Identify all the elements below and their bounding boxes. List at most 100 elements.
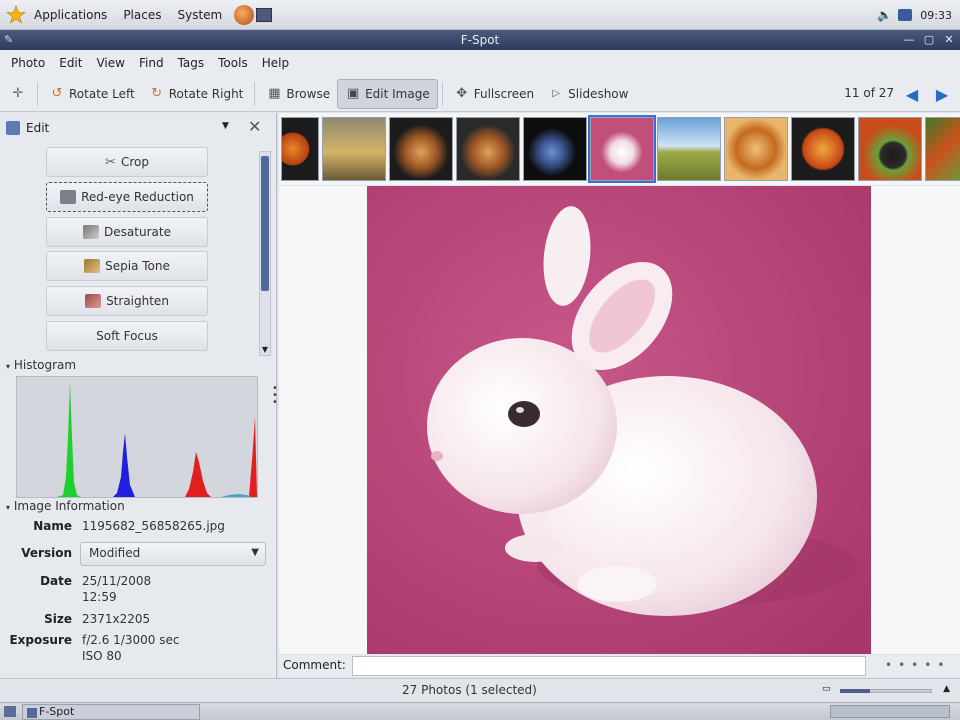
red-eye-reduction-button[interactable]: Red-eye Reduction [46, 181, 208, 212]
thumbnail[interactable] [791, 117, 855, 181]
previous-photo-icon[interactable]: ◀ [902, 85, 922, 104]
version-select[interactable]: Modified ▼ [80, 542, 266, 566]
menu-edit[interactable]: Edit [52, 56, 89, 70]
sidebar: Edit ▼ ✕ ✂ Crop Red-eye Reduction Desatu… [0, 113, 278, 701]
crop-button[interactable]: ✂ Crop [46, 147, 208, 177]
firefox-launcher-icon[interactable] [234, 4, 255, 25]
close-window-icon[interactable]: ✕ [942, 32, 956, 46]
places-menu[interactable]: Places [115, 8, 169, 22]
menu-tools[interactable]: Tools [211, 56, 255, 70]
zoom-slider[interactable]: ▭ ▲ [822, 684, 950, 698]
menu-find[interactable]: Find [132, 56, 171, 70]
comment-input[interactable] [352, 656, 866, 676]
show-desktop-icon[interactable] [4, 706, 16, 717]
thumbnail[interactable] [456, 117, 520, 181]
applications-menu[interactable]: Applications [26, 8, 115, 22]
date-value: 25/11/2008 [82, 574, 152, 588]
red-eye-icon [60, 189, 77, 204]
zoom-in-icon[interactable]: ▲ [943, 684, 950, 694]
thumbnail[interactable] [925, 117, 960, 181]
taskbar: F-Spot [0, 702, 960, 720]
histogram [16, 376, 258, 498]
rating-dots-icon[interactable]: ••••• [885, 658, 950, 672]
iso-value: ISO 80 [82, 649, 122, 663]
histogram-section-title[interactable]: ▾ Histogram [6, 358, 76, 372]
network-icon[interactable] [898, 9, 913, 21]
top-panel: Applications Places System 🔈 09:33 [0, 0, 960, 30]
toolbar: ✛ ↺ Rotate Left ↻ Rotate Right ▦ Browse … [0, 76, 960, 112]
thumbnail-selected[interactable] [588, 115, 656, 183]
histogram-title: Histogram [13, 358, 77, 372]
soft-focus-label: Soft Focus [96, 328, 158, 343]
thumbnail[interactable] [322, 117, 386, 181]
workspace-switcher[interactable] [830, 705, 950, 718]
system-tray: 🔈 09:33 [877, 0, 960, 30]
straighten-label: Straighten [106, 294, 169, 309]
system-menu[interactable]: System [169, 8, 230, 22]
thumbnail[interactable] [657, 117, 721, 181]
thumbnail[interactable] [724, 117, 788, 181]
rotate-left-icon: ↺ [51, 86, 63, 101]
add-button[interactable]: ✛ [0, 79, 33, 109]
rotate-left-button[interactable]: ↺ Rotate Left [42, 79, 142, 109]
expander-icon: ▾ [6, 362, 11, 371]
thumbnail[interactable] [523, 117, 587, 181]
image-information-section-title[interactable]: ▾ Image Information [6, 499, 125, 513]
clock[interactable]: 09:33 [920, 9, 952, 22]
chevron-down-icon: ▼ [251, 547, 259, 558]
comment-row: Comment: ••••• [279, 655, 960, 677]
play-icon: ▷ [552, 88, 560, 99]
edit-image-button[interactable]: ▣ Edit Image [337, 78, 438, 109]
taskbar-fspot-label: F-Spot [39, 705, 75, 718]
browse-button[interactable]: ▦ Browse [259, 79, 337, 109]
date-label: Date [40, 574, 72, 588]
slideshow-button[interactable]: ▷ Slideshow [541, 79, 635, 109]
statusbar: 27 Photos (1 selected) ▭ ▲ [0, 678, 960, 702]
scrollbar-thumb[interactable] [261, 156, 269, 291]
thumbnail[interactable] [281, 117, 319, 181]
thumbnail[interactable] [389, 117, 453, 181]
minimize-icon[interactable]: — [902, 32, 916, 46]
zoom-out-icon[interactable]: ▭ [822, 684, 831, 694]
edit-image-icon: ▣ [346, 86, 360, 101]
sepia-icon [84, 259, 101, 274]
window-menu-icon[interactable]: ✎ [4, 33, 18, 47]
sepia-tone-button[interactable]: Sepia Tone [46, 251, 208, 282]
menu-photo[interactable]: Photo [4, 56, 52, 70]
image-information-title: Image Information [13, 499, 125, 513]
red-eye-label: Red-eye Reduction [81, 189, 194, 204]
crop-icon: ✂ [105, 154, 116, 170]
window-titlebar[interactable]: ✎ F-Spot — ▢ ✕ [0, 30, 960, 50]
straighten-icon [85, 294, 102, 309]
next-photo-icon[interactable]: ▶ [932, 85, 952, 104]
rotate-right-button[interactable]: ↻ Rotate Right [142, 79, 251, 109]
thumbnail[interactable] [858, 117, 922, 181]
straighten-button[interactable]: Straighten [46, 286, 208, 317]
rotate-right-label: Rotate Right [168, 86, 244, 101]
zoom-level-fill[interactable] [840, 689, 870, 693]
fspot-app-icon [27, 708, 37, 718]
window-title: F-Spot [460, 33, 500, 47]
soft-focus-button[interactable]: Soft Focus [46, 320, 208, 351]
plus-icon: ✛ [12, 86, 24, 101]
volume-icon[interactable]: 🔈 [877, 8, 892, 22]
browse-label: Browse [286, 86, 331, 101]
maximize-icon[interactable]: ▢ [922, 32, 936, 46]
taskbar-fspot-button[interactable]: F-Spot [22, 704, 200, 720]
size-label: Size [44, 612, 72, 626]
scroll-down-icon[interactable]: ▼ [260, 345, 270, 355]
terminal-launcher-icon[interactable] [256, 7, 273, 22]
menu-view[interactable]: View [89, 56, 131, 70]
histogram-graph [17, 377, 257, 497]
menu-help[interactable]: Help [255, 56, 296, 70]
pane-resize-grip[interactable]: • • • [272, 384, 278, 408]
fullscreen-button[interactable]: ✥ Fullscreen [447, 79, 541, 109]
main-photo[interactable] [367, 186, 871, 654]
close-pane-icon[interactable]: ✕ [248, 117, 261, 136]
tools-scrollbar[interactable]: ▼ [259, 151, 271, 356]
menu-tags[interactable]: Tags [171, 56, 212, 70]
photo-view[interactable] [279, 186, 960, 654]
pane-dropdown-icon[interactable]: ▼ [222, 121, 229, 131]
desaturate-button[interactable]: Desaturate [46, 216, 208, 247]
gnome-foot-icon[interactable] [6, 4, 26, 25]
